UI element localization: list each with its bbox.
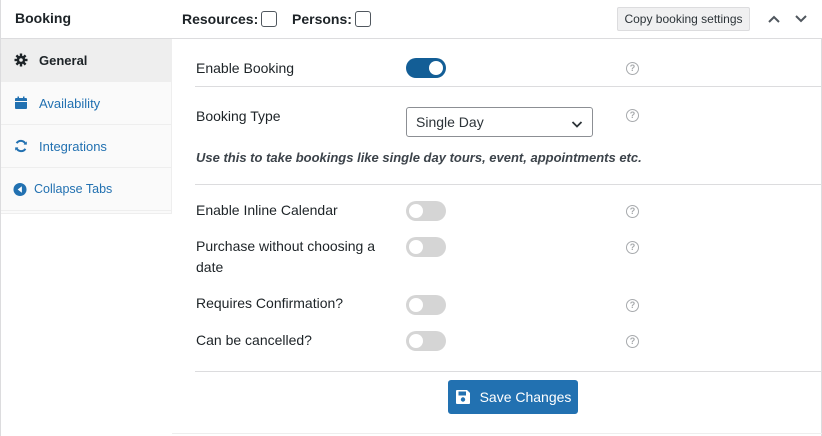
booking-type-select[interactable]: Single Day (406, 107, 593, 137)
toggle-knob (429, 61, 443, 75)
save-changes-button[interactable]: Save Changes (448, 380, 578, 414)
help-icon[interactable]: ? (626, 205, 639, 218)
resources-option[interactable]: Resources: (182, 11, 278, 27)
help-icon[interactable]: ? (626, 62, 639, 75)
purchase-without-date-toggle[interactable] (406, 237, 446, 257)
toggle-knob (409, 204, 423, 218)
help-icon[interactable]: ? (626, 241, 639, 254)
persons-option[interactable]: Persons: (292, 11, 371, 27)
purchase-without-date-line1: Purchase without choosing a (196, 238, 375, 254)
collapse-tabs-button[interactable]: Collapse Tabs (1, 168, 172, 211)
save-changes-label: Save Changes (479, 389, 572, 405)
gear-icon (14, 53, 28, 67)
chevron-up-icon[interactable] (767, 12, 781, 26)
tab-integrations-label: Integrations (39, 138, 107, 154)
copy-booking-settings-button[interactable]: Copy booking settings (617, 7, 750, 31)
calendar-icon (14, 96, 28, 110)
general-settings: Enable Booking ? Booking Type Single Day… (172, 39, 822, 436)
persons-checkbox[interactable] (354, 11, 371, 27)
sidebar-tabs: General Availability Integrations Collap… (1, 39, 172, 214)
panel-title: Booking (15, 10, 71, 26)
divider (195, 371, 822, 372)
collapse-tabs-label: Collapse Tabs (34, 182, 113, 196)
tab-general[interactable]: General (1, 39, 172, 82)
inline-calendar-label: Enable Inline Calendar (196, 202, 338, 218)
can-be-cancelled-label: Can be cancelled? (196, 332, 312, 348)
tab-integrations[interactable]: Integrations (1, 125, 172, 168)
floppy-disk-icon (455, 389, 471, 405)
chevron-down-icon[interactable] (794, 12, 808, 26)
resources-label: Resources: (182, 11, 259, 27)
requires-confirmation-toggle[interactable] (406, 295, 446, 315)
can-be-cancelled-toggle[interactable] (406, 331, 446, 351)
enable-booking-label: Enable Booking (196, 60, 295, 76)
toggle-knob (409, 334, 423, 348)
requires-confirmation-label: Requires Confirmation? (196, 295, 344, 311)
persons-label: Persons: (292, 11, 352, 27)
booking-panel: Booking Resources: Persons: Copy booking… (0, 0, 822, 436)
help-icon[interactable]: ? (626, 109, 639, 122)
enable-booking-toggle[interactable] (406, 58, 446, 78)
toggle-knob (409, 240, 423, 254)
sync-icon (14, 139, 28, 153)
booking-type-hint: Use this to take bookings like single da… (196, 150, 642, 165)
booking-type-label: Booking Type (196, 108, 281, 124)
divider (195, 184, 822, 185)
purchase-without-date-label: Purchase without choosing a date (196, 236, 375, 278)
tab-general-label: General (39, 52, 88, 68)
toggle-knob (409, 298, 423, 312)
collapse-arrow-icon (13, 182, 27, 197)
help-icon[interactable]: ? (626, 335, 639, 348)
divider (195, 86, 822, 87)
resources-checkbox[interactable] (261, 11, 278, 27)
bottom-divider (172, 433, 822, 434)
panel-header: Booking Resources: Persons: Copy booking… (1, 0, 822, 39)
inline-calendar-toggle[interactable] (406, 201, 446, 221)
purchase-without-date-line2: date (196, 259, 224, 275)
help-icon[interactable]: ? (626, 299, 639, 312)
booking-type-value: Single Day (416, 114, 484, 130)
chevron-down-icon (571, 117, 583, 129)
tab-availability-label: Availability (39, 95, 101, 111)
tab-availability[interactable]: Availability (1, 82, 172, 125)
